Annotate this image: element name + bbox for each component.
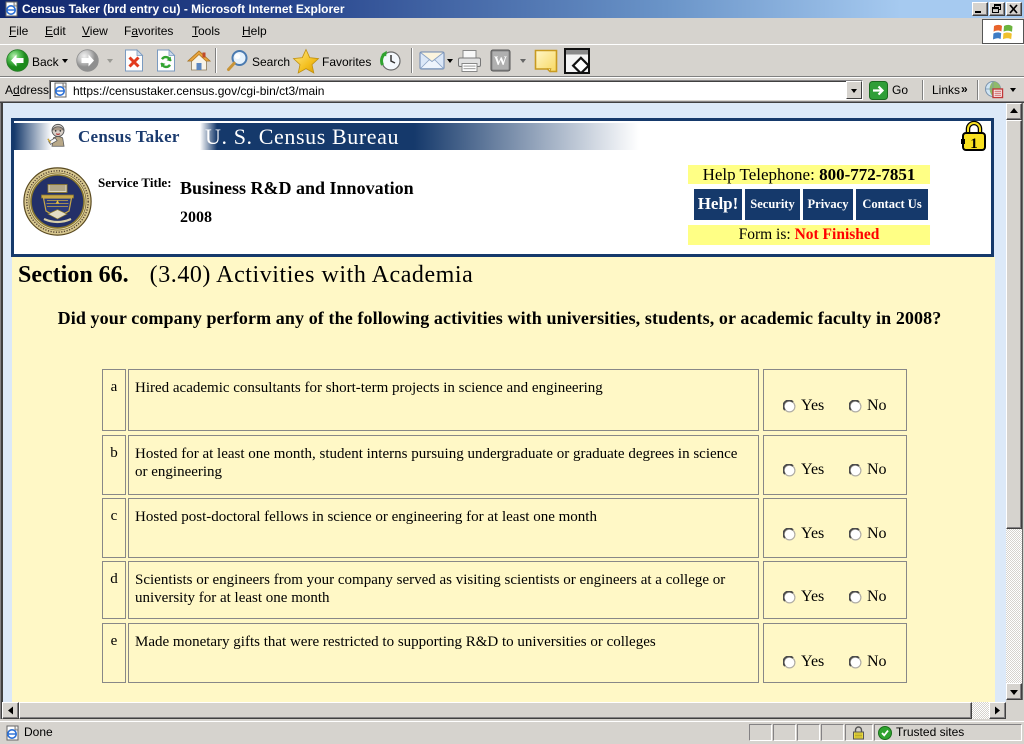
svg-text:W: W — [494, 53, 507, 68]
svg-text:1: 1 — [970, 136, 978, 152]
